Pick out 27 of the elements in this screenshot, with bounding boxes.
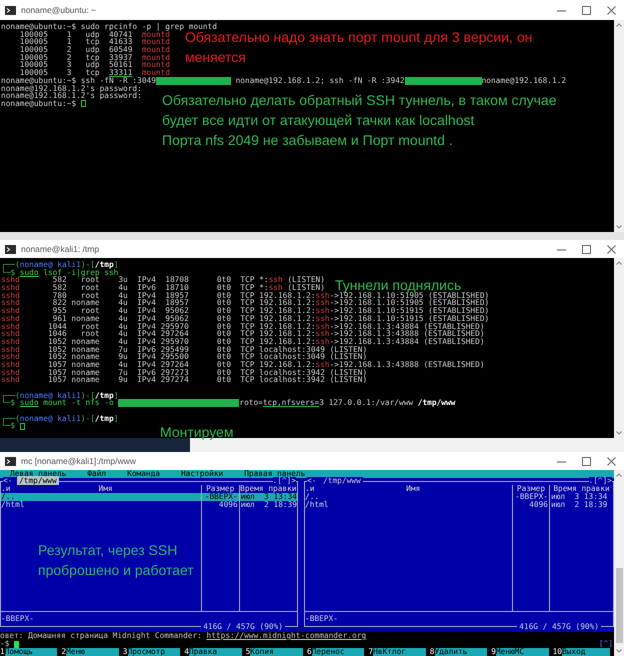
close-icon[interactable] <box>607 6 616 14</box>
annotation-text: Туннели поднялись <box>335 276 462 293</box>
terminal-icon <box>5 456 16 466</box>
scroll-up-icon[interactable] <box>616 23 622 27</box>
scroll-down-icon[interactable] <box>616 649 622 653</box>
annotation-text: Монтируем <box>160 423 234 442</box>
annotation-text: Обязательно делать обратный SSH туннель, в таком случае будет все идти от атакующей тачки как localhost Порта nfs 2049 не забываем и Порт mountd . <box>162 91 557 150</box>
window-title: noname@ubuntu: ~ <box>21 4 98 16</box>
annotation-text: Обязательно надо знать порт mount для 3 версии, он меняется <box>185 29 532 67</box>
scroll-thumb[interactable] <box>616 568 622 643</box>
window-title: noname@kali1: /tmp <box>21 242 100 256</box>
scroll-down-icon[interactable] <box>616 431 622 435</box>
maximize-icon[interactable] <box>582 456 591 466</box>
text-cursor <box>20 422 25 430</box>
scroll-up-icon[interactable] <box>616 261 622 265</box>
text-cursor <box>80 100 86 108</box>
close-icon[interactable] <box>607 244 616 254</box>
scroll-up-icon[interactable] <box>616 473 622 477</box>
maximize-icon[interactable] <box>582 244 591 254</box>
terminal-icon <box>5 244 16 254</box>
window-title: mc [noname@kali1]:/tmp/www <box>21 454 137 468</box>
terminal-icon <box>5 6 16 14</box>
maximize-icon[interactable] <box>582 6 591 14</box>
annotation-text: Результат, через SSH проброшено и работает <box>38 541 194 580</box>
scroll-down-icon[interactable] <box>616 225 622 229</box>
text-cursor <box>14 640 20 648</box>
close-icon[interactable] <box>607 456 616 466</box>
